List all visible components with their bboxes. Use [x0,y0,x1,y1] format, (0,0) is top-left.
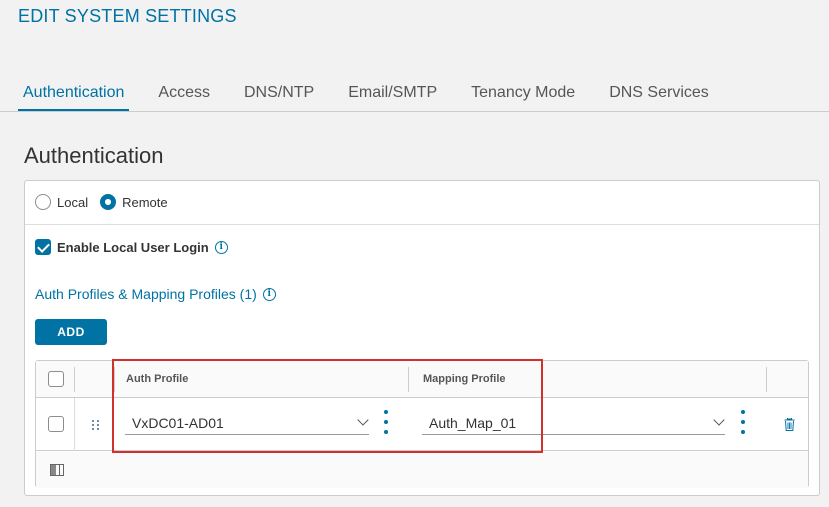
chevron-down-icon [357,414,369,426]
column-header-auth-profile[interactable]: Auth Profile [126,373,188,385]
tab-access[interactable]: Access [153,82,215,112]
drag-handle-icon[interactable] [92,420,100,430]
mapping-profile-value: Auth_Map_01 [429,415,517,431]
column-toggle-icon[interactable] [50,464,64,476]
radio-remote-label[interactable]: Remote [122,195,168,210]
add-profile-button[interactable]: ADD [35,319,107,345]
tabs-divider [0,111,829,112]
kebab-menu-icon[interactable] [741,410,745,434]
enable-local-login-label[interactable]: Enable Local User Login [57,240,209,255]
column-header-mapping-profile[interactable]: Mapping Profile [423,373,506,385]
section-title: Authentication [24,143,164,168]
mapping-profile-select[interactable]: Auth_Map_01 [422,413,725,435]
settings-tabs: Authentication Access DNS/NTP Email/SMTP… [18,82,738,112]
info-icon[interactable]: i [214,240,228,254]
card-divider [25,224,819,225]
radio-local[interactable] [35,194,51,210]
column-separator [114,367,115,392]
profiles-section-title: Auth Profiles & Mapping Profiles (1) i [35,286,276,302]
column-separator [74,367,75,392]
chevron-down-icon [713,414,725,426]
table-row: VxDC01-AD01 Auth_Map_01 [36,398,808,451]
row-separator [74,398,75,451]
tab-authentication[interactable]: Authentication [18,82,130,112]
authentication-card: Local Remote Enable Local User Login i A… [24,180,820,496]
kebab-menu-icon[interactable] [384,410,388,434]
enable-local-login-checkbox[interactable] [35,239,51,255]
column-separator[interactable] [408,367,409,392]
radio-local-label[interactable]: Local [57,195,88,210]
page-title: EDIT SYSTEM SETTINGS [18,6,237,26]
auth-profile-value: VxDC01-AD01 [132,415,224,431]
auth-profile-select[interactable]: VxDC01-AD01 [125,413,369,435]
profiles-title-text: Auth Profiles & Mapping Profiles (1) [35,286,257,302]
column-separator [766,367,767,392]
profiles-datagrid: Auth Profile Mapping Profile VxDC01-AD01… [35,360,809,488]
radio-remote[interactable] [100,194,117,210]
info-icon[interactable]: i [262,287,276,301]
row-select-checkbox[interactable] [48,416,64,432]
grid-footer [36,452,808,488]
trash-icon[interactable] [784,418,795,431]
tab-email-smtp[interactable]: Email/SMTP [343,82,442,112]
local-login-row: Enable Local User Login i [35,239,228,255]
tab-dns-ntp[interactable]: DNS/NTP [239,82,319,112]
grid-header: Auth Profile Mapping Profile [36,361,808,398]
select-all-checkbox[interactable] [48,371,64,387]
tab-dns-services[interactable]: DNS Services [604,82,714,112]
tab-tenancy-mode[interactable]: Tenancy Mode [466,82,580,112]
auth-mode-radio-group: Local Remote [35,194,180,210]
